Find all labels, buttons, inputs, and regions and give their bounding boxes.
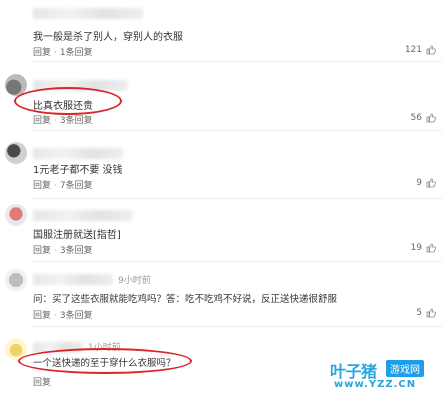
view-replies-link[interactable]: 7条回复 — [60, 178, 93, 191]
comment-item: 比真衣服还贵 回复 · 3条回复 56 — [0, 70, 448, 132]
reply-button[interactable]: 回复 — [33, 375, 51, 388]
watermark-badge: 游戏网 — [386, 360, 424, 377]
comment-actions: 回复 · 3条回复 — [33, 113, 93, 126]
view-replies-link[interactable]: 1条回复 — [60, 45, 93, 58]
like-count: 5 — [416, 308, 422, 318]
divider — [33, 130, 442, 131]
username-blurred — [33, 8, 143, 19]
reply-button[interactable]: 回复 — [33, 45, 51, 58]
like-count: 19 — [410, 243, 422, 253]
username-blurred — [33, 148, 123, 159]
view-replies-link[interactable]: 3条回复 — [60, 308, 93, 321]
like-count: 56 — [410, 113, 422, 123]
comment-item: 我一般是杀了别人，穿别人的衣服 回复 · 1条回复 121 — [0, 0, 448, 62]
divider — [33, 261, 442, 262]
comment-text: 国服注册就送[指哲] — [33, 230, 121, 241]
avatar[interactable] — [5, 204, 27, 226]
divider — [33, 61, 442, 62]
view-replies-link[interactable]: 3条回复 — [60, 113, 93, 126]
divider — [33, 326, 442, 327]
comment-item: 9小时前 问：买了这些衣服就能吃鸡吗？答：吃不吃鸡不好说，反正送快递很舒服 回复… — [0, 265, 448, 329]
divider — [33, 198, 442, 199]
thumbs-up-icon[interactable] — [426, 45, 436, 55]
comment-actions: 回复 · 3条回复 — [33, 243, 93, 256]
thumbs-up-icon[interactable] — [426, 308, 436, 318]
view-replies-link[interactable]: 3条回复 — [60, 243, 93, 256]
comment-text: 我一般是杀了别人，穿别人的衣服 — [33, 32, 183, 43]
comment-item: 国服注册就送[指哲] 回复 · 3条回复 19 — [0, 200, 448, 264]
reply-button[interactable]: 回复 — [33, 243, 51, 256]
comment-actions: 回复 · 1条回复 — [33, 45, 93, 58]
comment-text: 1元老子都不要 没钱 — [33, 165, 123, 176]
reply-button[interactable]: 回复 — [33, 308, 51, 321]
reply-button[interactable]: 回复 — [33, 178, 51, 191]
comment-text: 问：买了这些衣服就能吃鸡吗？答：吃不吃鸡不好说，反正送快递很舒服 — [33, 294, 338, 305]
comment-time: 9小时前 — [118, 276, 151, 286]
comment-actions: 回复 — [33, 375, 51, 388]
highlight-ellipse — [18, 348, 192, 374]
avatar[interactable] — [5, 142, 27, 164]
thumbs-up-icon[interactable] — [426, 113, 436, 123]
username-blurred — [33, 210, 133, 221]
highlight-ellipse — [14, 87, 122, 115]
site-watermark: 叶子猪 游戏网 www.YZZ.CN — [330, 358, 442, 394]
comment-item: 1元老子都不要 没钱 回复 · 7条回复 9 — [0, 138, 448, 200]
like-count: 121 — [404, 45, 422, 55]
username-blurred — [33, 274, 113, 285]
like-count: 9 — [416, 178, 422, 188]
watermark-url: www.YZZ.CN — [334, 379, 417, 390]
comment-actions: 回复 · 7条回复 — [33, 178, 93, 191]
thumbs-up-icon[interactable] — [426, 178, 436, 188]
reply-button[interactable]: 回复 — [33, 113, 51, 126]
thumbs-up-icon[interactable] — [426, 243, 436, 253]
avatar[interactable] — [5, 269, 27, 291]
comment-actions: 回复 · 3条回复 — [33, 308, 93, 321]
